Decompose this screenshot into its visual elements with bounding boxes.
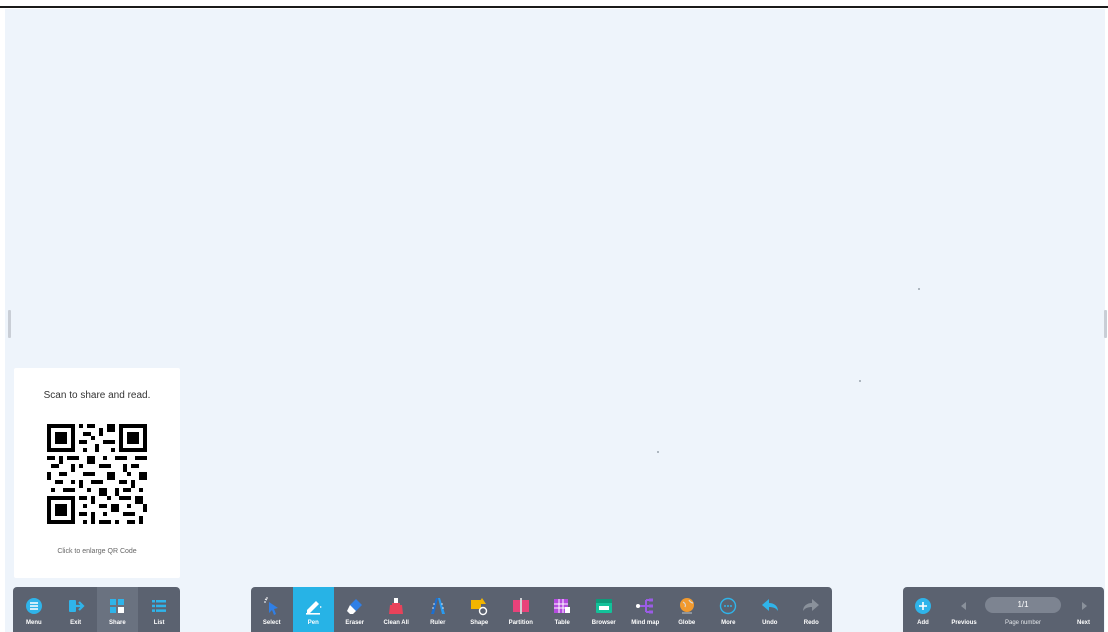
eraser-button[interactable]: Eraser xyxy=(334,587,376,632)
list-icon xyxy=(149,596,169,616)
select-icon xyxy=(262,596,282,616)
share-button[interactable]: Share xyxy=(96,587,139,632)
redo-button[interactable]: Redo xyxy=(791,587,833,632)
top-border xyxy=(0,6,1108,8)
add-label: Add xyxy=(917,620,929,626)
shape-button[interactable]: Shape xyxy=(459,587,501,632)
menu-label: Menu xyxy=(26,620,42,626)
ruler-icon xyxy=(428,596,448,616)
exit-icon xyxy=(66,596,86,616)
menu-button[interactable]: Menu xyxy=(13,587,55,632)
select-button[interactable]: Select xyxy=(251,587,293,632)
more-label: More xyxy=(721,620,736,626)
previous-page-button[interactable]: Previous xyxy=(943,587,985,632)
pen-button[interactable]: Pen xyxy=(292,587,334,632)
select-label: Select xyxy=(262,620,281,626)
page-spacer xyxy=(985,587,1063,632)
undo-label: Undo xyxy=(762,620,778,626)
menu-icon xyxy=(24,596,44,616)
pen-label: Pen xyxy=(307,620,319,626)
next-page-button[interactable]: Next xyxy=(1063,587,1104,632)
clean-all-icon xyxy=(386,596,406,616)
main-toolbar: Select Pen Eraser Clean All Ruler Shape xyxy=(251,587,832,632)
qr-code[interactable] xyxy=(47,424,147,524)
mind-map-button[interactable]: Mind map xyxy=(625,587,667,632)
canvas-dot xyxy=(859,380,861,382)
qr-enlarge-hint[interactable]: Click to enlarge QR Code xyxy=(14,548,180,555)
redo-icon xyxy=(801,596,821,616)
add-page-button[interactable]: Add xyxy=(903,587,943,632)
pen-icon xyxy=(303,596,323,616)
globe-button[interactable]: Globe xyxy=(666,587,708,632)
table-icon xyxy=(552,596,572,616)
eraser-icon xyxy=(345,596,365,616)
undo-icon xyxy=(760,596,780,616)
left-toolbar: Menu Exit Share List xyxy=(13,587,180,632)
chevron-right-icon xyxy=(1074,596,1094,616)
next-label: Next xyxy=(1076,620,1090,626)
eraser-label: Eraser xyxy=(345,620,365,626)
add-icon xyxy=(913,596,933,616)
undo-button[interactable]: Undo xyxy=(749,587,791,632)
canvas-dot xyxy=(657,451,659,453)
clean-all-button[interactable]: Clean All xyxy=(376,587,418,632)
list-button[interactable]: List xyxy=(138,587,180,632)
chevron-left-icon xyxy=(954,596,974,616)
exit-button[interactable]: Exit xyxy=(55,587,97,632)
browser-label: Browser xyxy=(591,620,616,626)
browser-icon xyxy=(594,596,614,616)
browser-button[interactable]: Browser xyxy=(583,587,625,632)
share-icon xyxy=(107,596,127,616)
mind-map-icon xyxy=(635,596,655,616)
table-button[interactable]: Table xyxy=(542,587,584,632)
left-edge-handle[interactable] xyxy=(8,310,11,338)
partition-label: Partition xyxy=(508,620,533,626)
shape-icon xyxy=(469,596,489,616)
list-label: List xyxy=(153,620,165,626)
previous-label: Previous xyxy=(951,620,977,626)
more-icon xyxy=(718,596,738,616)
qr-share-panel: Scan to share and read. Click to enlarge… xyxy=(14,368,180,578)
ruler-button[interactable]: Ruler xyxy=(417,587,459,632)
globe-label: Globe xyxy=(678,620,696,626)
exit-label: Exit xyxy=(70,620,82,626)
partition-icon xyxy=(511,596,531,616)
more-button[interactable]: More xyxy=(708,587,750,632)
shape-label: Shape xyxy=(470,620,489,626)
page-navigation-bar: Add Previous 1/1 Page number Next xyxy=(903,587,1104,632)
ruler-label: Ruler xyxy=(430,620,446,626)
mind-map-label: Mind map xyxy=(631,620,660,626)
share-label: Share xyxy=(109,620,126,626)
table-label: Table xyxy=(554,620,570,626)
right-edge-handle[interactable] xyxy=(1104,310,1107,338)
clean-all-label: Clean All xyxy=(383,620,409,626)
redo-label: Redo xyxy=(803,620,819,626)
globe-icon xyxy=(677,596,697,616)
partition-button[interactable]: Partition xyxy=(500,587,542,632)
canvas-dot xyxy=(918,288,920,290)
qr-panel-title: Scan to share and read. xyxy=(43,390,151,401)
